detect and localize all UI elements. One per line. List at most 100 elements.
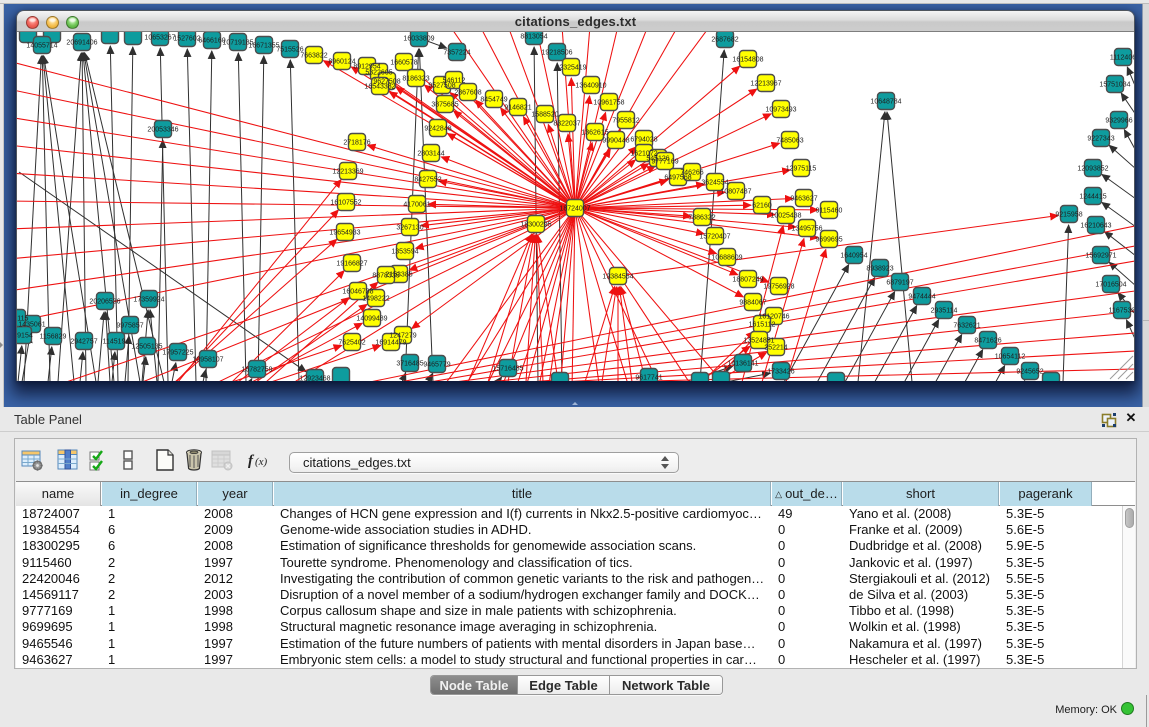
fx-icon[interactable]: f(x) [246,446,274,474]
svg-text:16671355: 16671355 [248,43,279,50]
graph-edge [575,32,710,208]
table-row[interactable]: 1830029562008Estimation of significance … [16,538,1122,554]
svg-text:14136141: 14136141 [727,361,758,368]
memory-indicator-icon[interactable] [1121,702,1134,715]
svg-text:13524851: 13524851 [743,338,774,345]
svg-text:15716485: 15716485 [492,366,523,373]
column-header-short[interactable]: short [843,482,999,506]
collapse-arrow-icon[interactable] [0,342,3,348]
svg-text:39154: 39154 [17,333,33,340]
cell: 6 [108,538,195,554]
svg-text:16046738: 16046738 [342,289,373,296]
graph-node[interactable] [125,32,142,45]
table-row[interactable]: 946362711997Embryonic stem cells: a mode… [16,652,1122,668]
scrollbar-thumb[interactable] [1125,508,1134,528]
graph-edge [200,208,575,381]
cell: 1997 [204,636,271,652]
graph-edge [845,292,895,381]
svg-text:10653267: 10653267 [144,35,175,42]
graph-node[interactable] [552,373,569,382]
window-resize-grip[interactable] [1110,356,1133,379]
svg-text:19166827: 19166827 [336,261,367,268]
network-view-window[interactable]: citations_edges.txt 14055714206914061065… [16,10,1135,381]
clear-selection-icon[interactable] [115,446,143,474]
svg-text:9884067: 9884067 [739,300,766,307]
table-row[interactable]: 1456911722003Disruption of a novel membe… [16,587,1122,603]
column-visibility-icon[interactable] [54,446,82,474]
svg-text:1640954: 1640954 [840,253,867,260]
column-header-title[interactable]: title [274,482,771,506]
network-canvas[interactable]: 1405571420691406106532671527602646616010… [17,32,1134,381]
table-row[interactable]: 1938455462009Genome-wide association stu… [16,522,1122,538]
column-header-name[interactable]: name [16,482,101,506]
graph-node[interactable] [102,32,119,44]
svg-text:15751034: 15751034 [1099,82,1130,89]
svg-text:12093852: 12093852 [1077,166,1108,173]
graph-node[interactable] [333,368,350,382]
new-column-icon[interactable] [151,446,179,474]
svg-text:12923468: 12923468 [299,376,330,382]
graph-edge [18,346,22,381]
cell: 1 [108,619,195,635]
column-header-year[interactable]: year [198,482,273,506]
svg-text:8186323: 8186323 [402,76,429,83]
svg-text:16914479: 16914479 [375,340,406,347]
svg-text:1247279: 1247279 [389,333,416,340]
graph-node[interactable] [713,372,730,382]
graph-node[interactable] [1043,373,1060,382]
graph-edge [575,208,769,282]
svg-text:252214: 252214 [764,345,787,352]
window-edge [1146,695,1147,727]
right-splitter[interactable] [1142,4,1149,407]
graph-node[interactable] [692,373,709,382]
table-row[interactable]: 969969511998Structural magnetic resonanc… [16,619,1122,635]
cell: Stergiakouli et al. (2012) [849,571,997,587]
column-header-pagerank[interactable]: pagerank [1000,482,1092,506]
svg-text:(x): (x) [255,456,268,468]
panel-split-handle[interactable] [569,401,581,406]
svg-text:15692971: 15692971 [1085,253,1116,260]
select-all-icon[interactable] [85,446,113,474]
svg-text:10807487: 10807487 [720,189,751,196]
window-title: citations_edges.txt [17,14,1134,29]
svg-text:7632621: 7632621 [953,323,980,330]
graph-node[interactable] [828,373,845,382]
table-row[interactable]: 2242004622012Investigating the contribut… [16,571,1122,587]
table-row[interactable]: 977716911998Corpus callosum shape and si… [16,603,1122,619]
left-splitter[interactable] [0,4,4,407]
combobox-spinner-icon [661,456,670,471]
delete-table-icon[interactable] [208,446,236,474]
table-row[interactable]: 1872400712008Changes of HCN gene express… [16,506,1122,522]
svg-text:16782759: 16782759 [241,367,272,374]
window-titlebar[interactable]: citations_edges.txt [17,11,1134,32]
svg-text:19384554: 19384554 [602,274,633,281]
svg-text:7955812: 7955812 [612,118,639,125]
svg-text:9465779: 9465779 [423,362,450,369]
table-source-combobox[interactable]: citations_edges.txt [289,452,679,473]
table-row[interactable]: 946554611997Estimation of the future num… [16,636,1122,652]
sort-ascending-icon: △ [775,489,782,499]
tab-node-table[interactable]: Node Table [431,676,518,694]
graph-edge [238,53,246,381]
table-row[interactable]: 911546021997Tourette syndrome. Phenomeno… [16,555,1122,571]
cell: 9465546 [22,636,99,652]
vertical-scrollbar[interactable] [1122,506,1135,668]
table-settings-icon[interactable] [18,446,46,474]
tab-edge-table[interactable]: Edge Table [518,676,610,694]
column-header-in_degree[interactable]: in_degree [102,482,197,506]
graph-edge [17,208,575,259]
svg-text:10958107: 10958107 [192,357,223,364]
svg-text:19756928: 19756928 [763,284,794,291]
cell: 1998 [204,619,271,635]
cell: Genome-wide association studies in ADHD. [280,522,769,538]
svg-text:9463627: 9463627 [790,196,817,203]
splitter-seam [1143,320,1149,321]
svg-text:16154808: 16154808 [732,57,763,64]
delete-column-icon[interactable] [180,446,208,474]
tab-network-table[interactable]: Network Table [610,676,722,694]
column-header-out_de[interactable]: △out_de… [772,482,842,506]
float-panel-icon[interactable] [1101,412,1117,428]
cell: 19384554 [22,522,99,538]
cell: 0 [778,652,840,668]
close-panel-icon[interactable]: ✕ [1123,410,1139,426]
